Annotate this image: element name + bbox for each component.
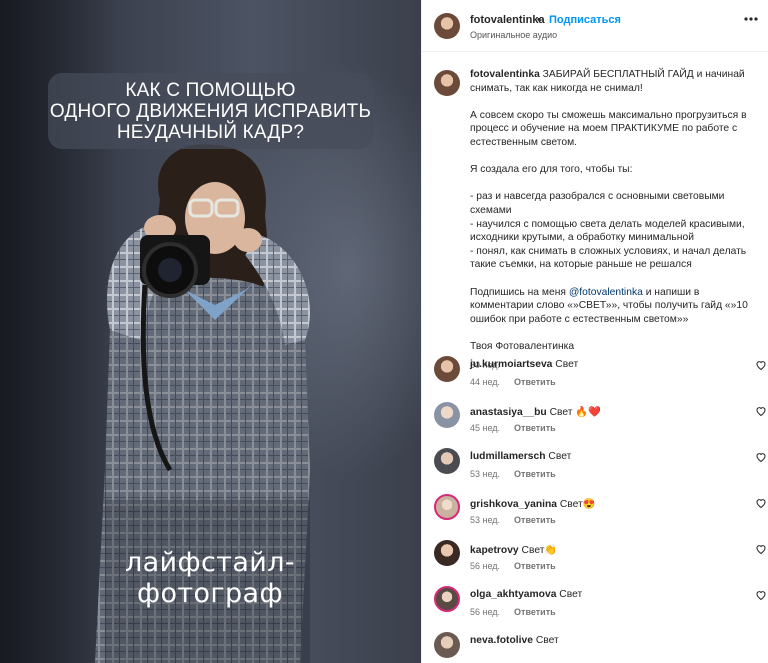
overlay-title-line: КАК С ПОМОЩЬЮ <box>125 80 296 101</box>
caption-text-segment: Подпишись на меня <box>470 286 569 298</box>
caption-paragraph: А совсем скоро ты сможешь максимально пр… <box>470 109 747 148</box>
more-horizontal-icon[interactable] <box>742 10 760 28</box>
heart-outline-icon[interactable] <box>755 405 767 417</box>
overlay-title-line: ОДНОГО ДВИЖЕНИЯ ИСПРАВИТЬ <box>49 101 372 122</box>
comment-username[interactable]: ju.kurmoiartseva <box>470 359 552 370</box>
avatar[interactable] <box>434 586 460 612</box>
caption-bullet: - раз и навсегда разобрался с основными … <box>470 191 725 216</box>
author-username[interactable]: fotovalentinka <box>470 14 545 26</box>
comment-text: Свет <box>548 451 572 462</box>
reply-button[interactable]: Ответить <box>514 423 556 433</box>
comment-item: olga_akhtyamova Свет 56 нед. Ответить <box>422 582 768 632</box>
post-header: fotovalentinka • Подписаться Оригинально… <box>422 0 768 52</box>
heart-outline-icon[interactable] <box>755 497 767 509</box>
avatar[interactable] <box>434 13 460 39</box>
post-side-panel: fotovalentinka • Подписаться Оригинально… <box>421 0 768 663</box>
comment-username[interactable]: anastasiya__bu <box>470 407 547 418</box>
reply-button[interactable]: Ответить <box>514 377 556 387</box>
reply-button[interactable]: Ответить <box>514 561 556 571</box>
post-media[interactable]: КАК С ПОМОЩЬЮ ОДНОГО ДВИЖЕНИЯ ИСПРАВИТЬ … <box>0 0 421 663</box>
comment-item: ludmillamersch Свет 53 нед. Ответить <box>422 444 768 494</box>
comment-item: grishkova_yanina Свет😍 53 нед. Ответить <box>422 490 768 540</box>
caption-text: fotovalentinka ЗАБИРАЙ БЕСПЛАТНЫЙ ГАЙД и… <box>470 68 756 373</box>
heart-outline-icon[interactable] <box>755 589 767 601</box>
caption-username[interactable]: fotovalentinka <box>470 69 540 80</box>
audio-label[interactable]: Оригинальное аудио <box>470 30 557 40</box>
avatar[interactable] <box>434 448 460 474</box>
comment-item: kapetrovy Свет👏 56 нед. Ответить <box>422 536 768 586</box>
comment-time[interactable]: 56 нед. <box>470 561 500 571</box>
comment-time[interactable]: 53 нед. <box>470 469 500 479</box>
comment-time[interactable]: 45 нед. <box>470 423 500 433</box>
separator-dot: • <box>537 14 541 26</box>
overlay-title-line: НЕУДАЧНЫЙ КАДР? <box>116 122 305 143</box>
heart-outline-icon[interactable] <box>755 543 767 555</box>
reply-button[interactable]: Ответить <box>514 607 556 617</box>
overlay-subtitle: лайфстайл-фотограф <box>124 547 296 609</box>
comment-text: Свет😍 <box>559 499 596 510</box>
avatar[interactable] <box>434 494 460 520</box>
comment-text: Свет👏 <box>521 545 558 556</box>
comment-username[interactable]: neva.fotolive <box>470 635 533 646</box>
caption-bullet: - понял, как снимать в сложных условиях,… <box>470 245 747 271</box>
comment-username[interactable]: ludmillamersch <box>470 451 546 462</box>
comment-time[interactable]: 53 нед. <box>470 515 500 525</box>
comment-item: neva.fotolive Свет <box>422 628 768 663</box>
avatar[interactable] <box>434 632 460 658</box>
comment-time[interactable]: 56 нед. <box>470 607 500 617</box>
comment-text: Свет 🔥❤️ <box>549 407 601 418</box>
heart-outline-icon[interactable] <box>755 359 767 371</box>
comment-username[interactable]: grishkova_yanina <box>470 499 557 510</box>
avatar[interactable] <box>434 356 460 382</box>
comment-username[interactable]: olga_akhtyamova <box>470 589 556 600</box>
reply-button[interactable]: Ответить <box>514 515 556 525</box>
heart-outline-icon[interactable] <box>755 451 767 463</box>
comment-text: Свет <box>559 589 583 600</box>
follow-button[interactable]: Подписаться <box>549 14 621 26</box>
comment-text: Свет <box>555 359 579 370</box>
mention-link[interactable]: @fotovalentinka <box>569 287 643 298</box>
avatar[interactable] <box>434 540 460 566</box>
comment-time[interactable]: 44 нед. <box>470 377 500 387</box>
caption-paragraph: Я создала его для того, чтобы ты: <box>470 164 633 176</box>
comment-username[interactable]: kapetrovy <box>470 545 519 556</box>
caption-bullet: - научился с помощью света делать моделе… <box>470 218 745 244</box>
comment-item: ju.kurmoiartseva Свет 44 нед. Ответить <box>422 352 768 402</box>
avatar[interactable] <box>434 70 460 96</box>
post-view: КАК С ПОМОЩЬЮ ОДНОГО ДВИЖЕНИЯ ИСПРАВИТЬ … <box>0 0 768 663</box>
comment-item: anastasiya__bu Свет 🔥❤️ 45 нед. Ответить <box>422 398 768 448</box>
reply-button[interactable]: Ответить <box>514 469 556 479</box>
avatar[interactable] <box>434 402 460 428</box>
comment-text: Свет <box>535 635 559 646</box>
